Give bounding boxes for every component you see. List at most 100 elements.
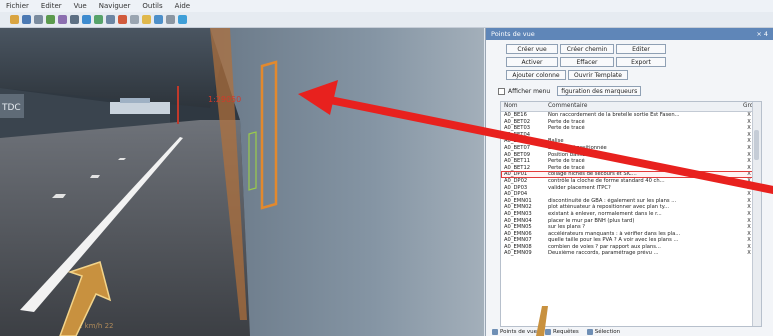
table-row[interactable]: A0_EMN05 sur les plans ? X [501, 224, 761, 231]
show-menu-checkbox[interactable] [498, 87, 505, 95]
move-icon[interactable] [34, 15, 43, 24]
cell-commentaire [548, 132, 743, 139]
tunnel-scene: TDC 1:29050 [0, 28, 484, 336]
sign-text: TDC [1, 103, 21, 113]
create-path-button[interactable]: Créer chemin [560, 44, 614, 54]
table-row[interactable]: A0_BET04 X [501, 132, 761, 139]
edit-button[interactable]: Editer [616, 44, 666, 54]
cell-nom: A0_EMN06 [504, 230, 532, 237]
cell-commentaire: plot atténuateur à repositionner avec pl… [548, 204, 670, 211]
show-menu-label: Afficher menu [508, 87, 551, 95]
selection-icon [586, 328, 593, 335]
table-row-selected[interactable]: A0_DP01 collage niches de secours et SIC.… [501, 171, 761, 178]
zoom-icon[interactable] [106, 15, 115, 24]
menu-outils[interactable]: Outils [136, 2, 168, 10]
tab-points-de-vue[interactable]: Points de vue [492, 328, 538, 335]
add-column-button[interactable]: Ajouter colonne [506, 70, 566, 80]
panel-title: Points de vue [491, 30, 535, 38]
table-row[interactable]: A0_BET11 Perte de tracé X [501, 158, 761, 165]
table-row[interactable]: A0_EMN04 placer le mur par BNH (plus tard… [501, 218, 761, 225]
tab-selection[interactable]: Sélection [586, 328, 621, 335]
panel-close-icon[interactable]: × 4 [756, 30, 768, 38]
table-row[interactable]: A0_BET09 Position balise X [501, 152, 761, 159]
create-view-button[interactable]: Créer vue [506, 44, 558, 54]
col-nom[interactable]: Nom [501, 102, 548, 111]
cell-commentaire: contrôle la cloche de forme standard 40 … [548, 177, 665, 184]
pencil-icon[interactable] [142, 15, 151, 24]
cell-commentaire: Perte de tracé [548, 164, 585, 171]
scale-icon[interactable] [58, 15, 67, 24]
cell-nom: A0_DP04 [504, 191, 528, 198]
col-commentaire[interactable]: Commentaire [548, 102, 743, 111]
save-icon[interactable] [22, 15, 31, 24]
cell-commentaire [548, 191, 743, 198]
menu-naviguer[interactable]: Naviguer [93, 2, 137, 10]
flag-icon[interactable] [118, 15, 127, 24]
menu-checkbox-row: Afficher menu figuration des marqueurs [498, 86, 773, 96]
menu-editer[interactable]: Editer [35, 2, 68, 10]
cell-commentaire: Balise [548, 138, 564, 145]
cell-nom: A0_EMN02 [504, 204, 532, 211]
tunnel-wall [210, 28, 484, 336]
camera-icon[interactable] [70, 15, 79, 24]
cell-commentaire: Perte de tracé [548, 118, 585, 125]
bottom-tabs: Points de vue Requêtes Sélection [492, 327, 762, 336]
eye-icon [492, 328, 498, 335]
table-row[interactable]: A0_DP02 contrôle la cloche de forme stand… [501, 178, 761, 185]
3d-viewport[interactable]: TDC 1:29050 1 km/h 22 [0, 28, 484, 336]
rotate-icon[interactable] [46, 15, 55, 24]
table-row[interactable]: A0_BET07 Balise mal positionnée X [501, 145, 761, 152]
open-template-button[interactable]: Ouvrir Template [568, 70, 628, 80]
tab-label: Sélection [594, 328, 621, 335]
cell-commentaire: collage niches de secours et SIC... [548, 171, 637, 178]
folder-icon[interactable] [10, 15, 19, 24]
settings-icon[interactable] [166, 15, 175, 24]
cell-commentaire: Balise mal positionnée [548, 144, 607, 151]
layers-icon[interactable] [94, 15, 103, 24]
cell-nom: A0_BET03 [504, 125, 531, 132]
cell-commentaire: placer le mur par BNH (plus tard) [548, 217, 635, 224]
cell-commentaire: sur les plans ? [548, 224, 586, 231]
table-row[interactable]: A0_EMN08 combien de voies ? par rapport a… [501, 244, 761, 251]
pointer-icon[interactable] [82, 15, 91, 24]
cell-nom: A0_BET05 [504, 138, 531, 145]
menu-vue[interactable]: Vue [68, 2, 93, 10]
marker-config-button[interactable]: figuration des marqueurs [557, 86, 642, 96]
tab-label: Points de vue [500, 328, 538, 335]
table-row[interactable]: A0_EMN06 accélérateurs manquants : à véri… [501, 231, 761, 238]
cell-commentaire: existant à enlever, normalement dans le … [548, 210, 662, 217]
table-row[interactable]: A0_BET03 Perte de tracé X [501, 125, 761, 132]
tag-icon[interactable] [154, 15, 163, 24]
export-button[interactable]: Export [616, 57, 666, 67]
table-row[interactable]: A0_EMN03 existant à enlever, normalement … [501, 211, 761, 218]
table-row[interactable]: A0_EMN02 plot atténuateur à repositionner… [501, 204, 761, 211]
tab-requetes[interactable]: Requêtes [545, 328, 579, 335]
delete-button[interactable]: Effacer [560, 57, 614, 67]
table-row[interactable]: A0_BE16 Non raccordement de la bretelle s… [501, 112, 761, 119]
table-row[interactable]: A0_EMN09 Deuxième raccords, paramétrage p… [501, 250, 761, 257]
table-row[interactable]: A0_EMN01 discontinuité de GBA : également… [501, 198, 761, 205]
cell-nom: A0_BET12 [504, 164, 531, 171]
info-icon[interactable] [178, 15, 187, 24]
cell-commentaire: Position balise [548, 151, 586, 158]
table-row[interactable]: A0_DP04 X [501, 191, 761, 198]
table-row[interactable]: A0_BET12 Perte de tracé X [501, 165, 761, 172]
table-row[interactable]: A0_BET05 Balise X [501, 138, 761, 145]
measure-icon[interactable] [130, 15, 139, 24]
table-row[interactable]: A0_EMN07 quelle taille pour les PVA ? A v… [501, 237, 761, 244]
cell-nom: A0_EMN07 [504, 237, 532, 244]
scroll-thumb[interactable] [754, 130, 759, 160]
cell-commentaire: discontinuité de GBA : également sur les… [548, 197, 677, 204]
menu-fichier[interactable]: Fichier [0, 2, 35, 10]
menu-aide[interactable]: Aide [169, 2, 196, 10]
cell-nom: A0_EMN09 [504, 250, 532, 257]
cell-commentaire: quelle taille pour les PVA ? A voir avec… [548, 237, 679, 244]
table-row[interactable]: A0_DP03 valider placement ITPC? X [501, 185, 761, 192]
viewpoints-table: Nom Commentaire Gro. A0_BE16 Non raccorde… [500, 101, 762, 327]
cell-nom: A0_DP03 [504, 184, 528, 191]
table-row[interactable]: A0_BET02 Perte de tracé X [501, 119, 761, 126]
table-scrollbar[interactable] [752, 102, 761, 326]
panel-title-bar: Points de vue × 4 [486, 28, 773, 40]
activate-button[interactable]: Activer [506, 57, 558, 67]
cell-commentaire: valider placement ITPC? [548, 184, 611, 191]
